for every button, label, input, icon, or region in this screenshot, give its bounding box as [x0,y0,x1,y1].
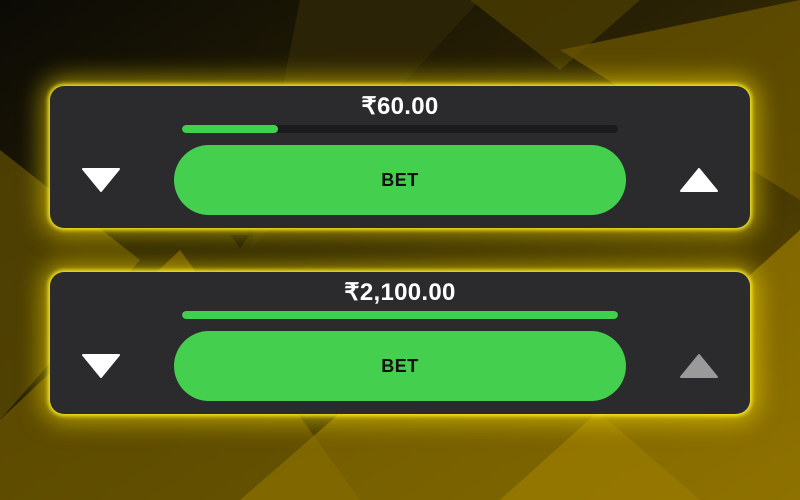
triangle-down-icon[interactable] [81,354,121,378]
bet-panel-1: ₹60.00 BET [50,86,750,228]
bet-button[interactable]: BET [174,331,626,401]
triangle-down-icon[interactable] [81,168,121,192]
triangle-up-icon[interactable] [679,168,719,192]
bet-progress-fill [182,311,618,319]
game-screen: ₹60.00 BET ₹2,100.00 BET [0,0,800,500]
bet-amount: ₹2,100.00 [344,279,456,306]
bet-progress-bar [182,311,618,319]
background-pattern [0,0,800,500]
bet-panel-2: ₹2,100.00 BET [50,272,750,414]
triangle-up-icon [680,354,718,378]
bet-progress-bar [182,125,618,133]
bet-amount: ₹60.00 [361,93,439,120]
bet-progress-fill [182,125,278,133]
bet-button[interactable]: BET [174,145,626,215]
